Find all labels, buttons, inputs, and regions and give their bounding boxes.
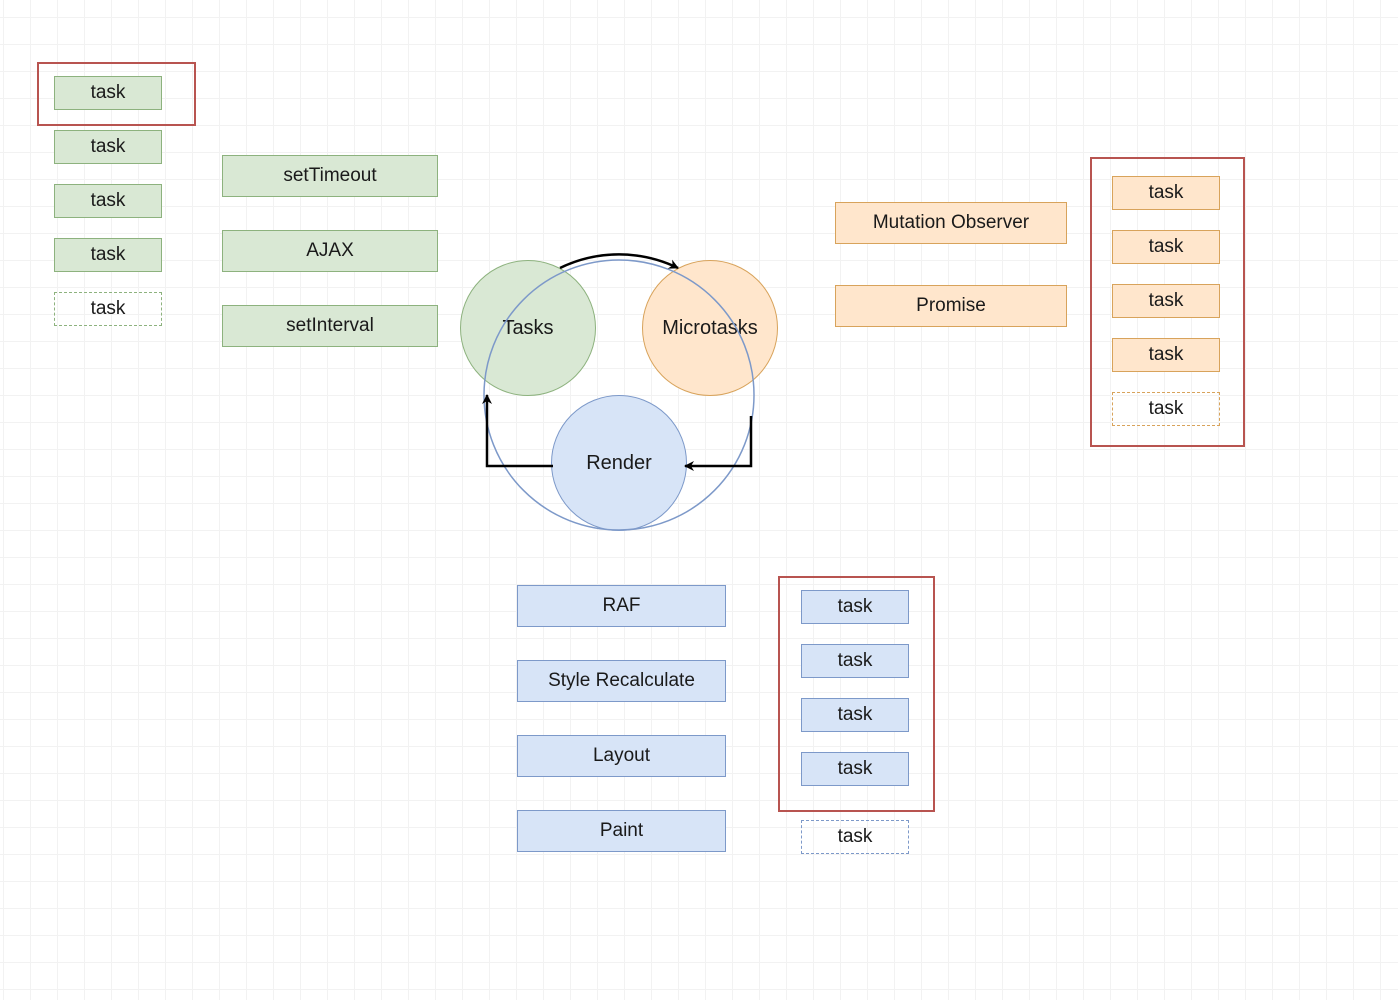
render-step-label: Paint (600, 820, 643, 842)
task-queue-label: task (91, 82, 126, 104)
microtask-queue-label: task (1149, 398, 1184, 420)
task-source-item: AJAX (222, 230, 438, 272)
microtask-queue-placeholder: task (1112, 392, 1220, 426)
render-step-label: Layout (593, 745, 650, 767)
microtask-queue-label: task (1149, 236, 1184, 258)
microtask-queue-item: task (1112, 176, 1220, 210)
task-queue-label: task (91, 244, 126, 266)
microtask-source-label: Mutation Observer (873, 212, 1029, 234)
microtask-queue-item: task (1112, 338, 1220, 372)
task-queue-item: task (54, 238, 162, 272)
render-queue-placeholder: task (801, 820, 909, 854)
render-queue-label: task (838, 826, 873, 848)
task-queue-item: task (54, 130, 162, 164)
task-queue-item: task (54, 76, 162, 110)
render-step-label: RAF (603, 595, 641, 617)
task-source-label: setTimeout (283, 165, 376, 187)
microtask-source-item: Promise (835, 285, 1067, 327)
tasks-node: Tasks (460, 260, 596, 396)
task-queue-item: task (54, 184, 162, 218)
microtask-queue-item: task (1112, 230, 1220, 264)
task-queue-label: task (91, 298, 126, 320)
render-step-item: RAF (517, 585, 726, 627)
render-queue-label: task (838, 596, 873, 618)
microtask-queue-label: task (1149, 344, 1184, 366)
microtask-source-label: Promise (916, 295, 986, 317)
microtask-queue-item: task (1112, 284, 1220, 318)
microtasks-node-label: Microtasks (662, 317, 758, 340)
microtask-queue-label: task (1149, 290, 1184, 312)
task-queue-placeholder: task (54, 292, 162, 326)
task-source-label: AJAX (306, 240, 354, 262)
microtask-source-item: Mutation Observer (835, 202, 1067, 244)
tasks-node-label: Tasks (502, 317, 553, 340)
render-step-item: Paint (517, 810, 726, 852)
microtask-queue-label: task (1149, 182, 1184, 204)
render-step-item: Layout (517, 735, 726, 777)
render-node-label: Render (586, 452, 652, 475)
render-queue-item: task (801, 752, 909, 786)
diagram-canvas: task task task task task setTimeout AJAX… (0, 0, 1398, 1000)
task-queue-label: task (91, 190, 126, 212)
render-queue-label: task (838, 650, 873, 672)
render-node: Render (551, 395, 687, 531)
task-source-label: setInterval (286, 315, 374, 337)
render-queue-item: task (801, 590, 909, 624)
render-queue-label: task (838, 704, 873, 726)
render-queue-item: task (801, 698, 909, 732)
render-queue-label: task (838, 758, 873, 780)
task-queue-label: task (91, 136, 126, 158)
task-source-item: setTimeout (222, 155, 438, 197)
render-queue-item: task (801, 644, 909, 678)
render-step-item: Style Recalculate (517, 660, 726, 702)
task-source-item: setInterval (222, 305, 438, 347)
render-step-label: Style Recalculate (548, 670, 695, 692)
microtasks-node: Microtasks (642, 260, 778, 396)
